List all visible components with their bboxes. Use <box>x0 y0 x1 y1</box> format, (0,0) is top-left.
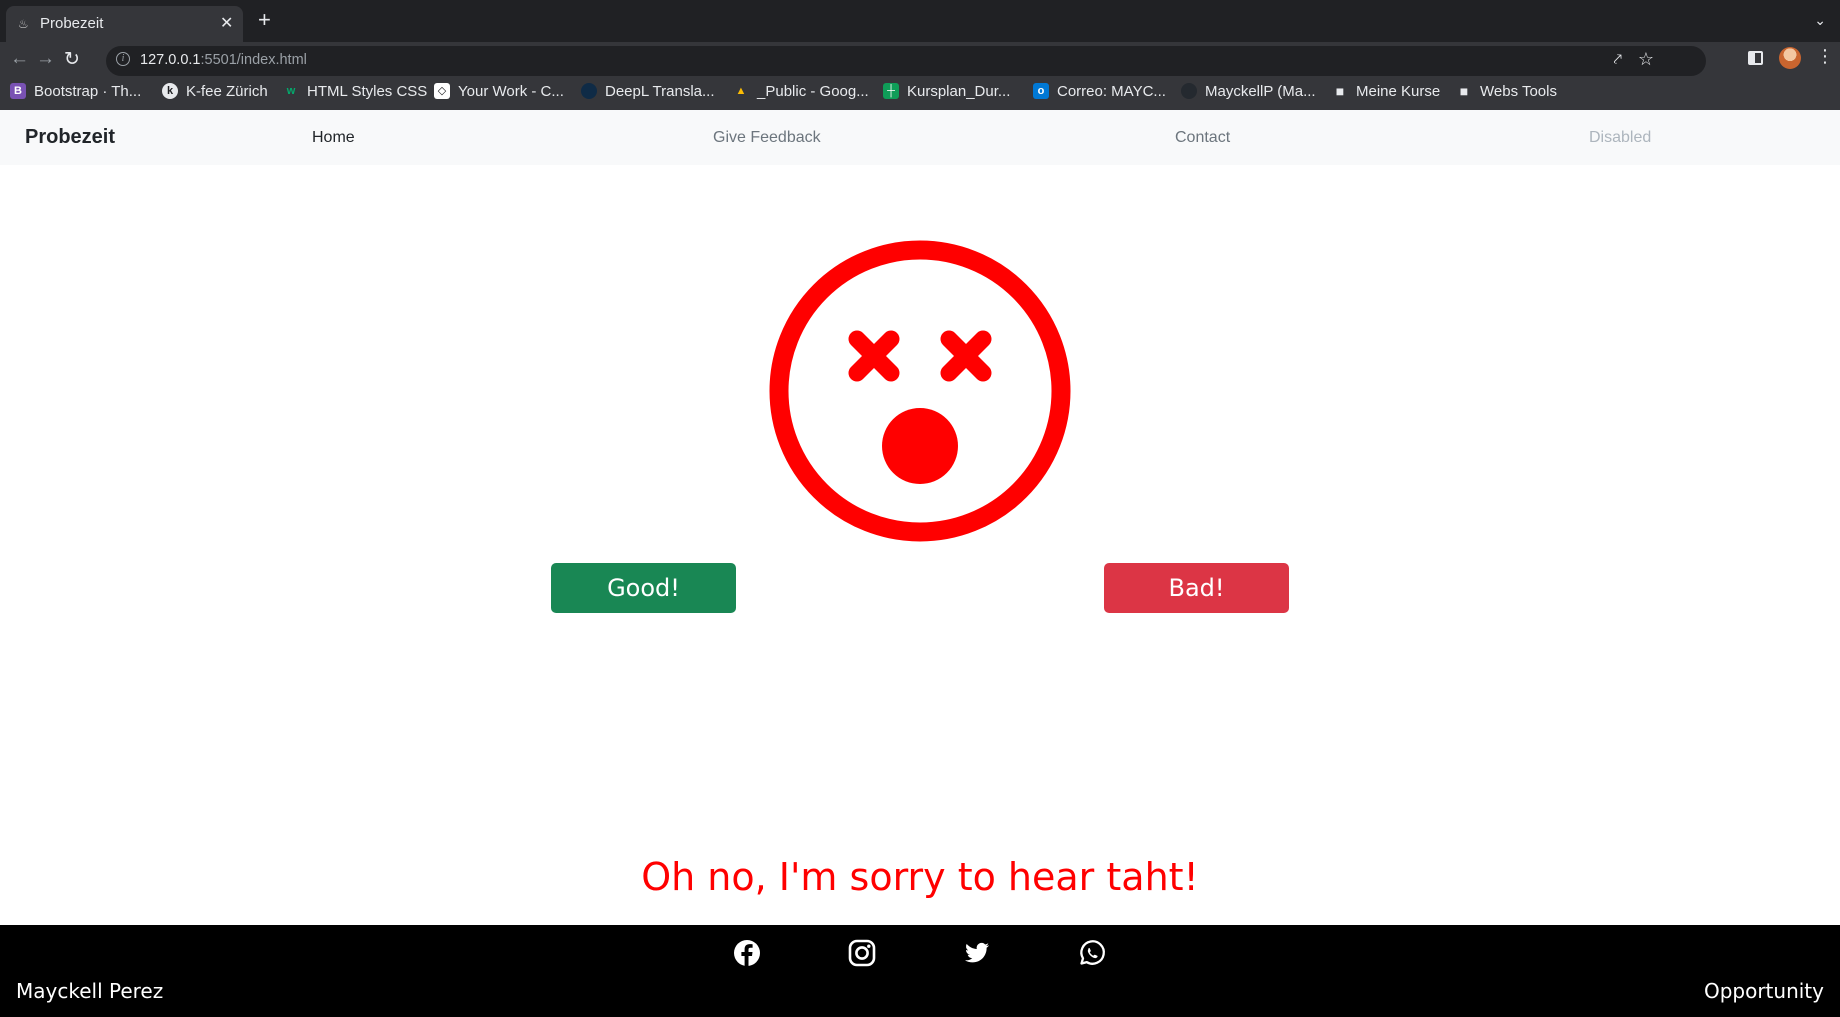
feedback-message: Oh no, I'm sorry to hear taht! <box>641 855 1199 899</box>
bookmark-label: Meine Kurse <box>1356 82 1441 100</box>
back-arrow-icon[interactable]: ← <box>10 48 29 70</box>
nav-link-give-feedback[interactable]: Give Feedback <box>713 129 821 147</box>
bookmark-item[interactable]: ■ Webs Tools <box>1456 80 1557 102</box>
w3schools-icon: w <box>286 85 296 97</box>
forward-arrow-icon[interactable]: → <box>36 48 55 70</box>
tab-search-chevron-icon[interactable]: ⌄ <box>1814 12 1826 29</box>
bookmark-label: _Public - Goog... <box>757 82 869 100</box>
bookmark-item[interactable]: B Bootstrap · Th... <box>10 80 141 102</box>
footer-author: Mayckell Perez <box>16 979 164 1003</box>
bookmark-label: Your Work - C... <box>458 82 564 100</box>
bookmark-label: K-fee Zürich <box>186 82 268 100</box>
address-url: 127.0.0.1:5501/index.html <box>140 52 307 68</box>
bookmark-item[interactable]: k K-fee Zürich <box>162 80 268 102</box>
github-icon <box>1181 83 1197 99</box>
bookmarks-bar: B Bootstrap · Th... k K-fee Zürich w HTM… <box>0 80 1840 110</box>
bad-button[interactable]: Bad! <box>1104 563 1289 613</box>
whatsapp-icon[interactable] <box>1078 939 1106 967</box>
bookmark-label: Kursplan_Dur... <box>907 82 1011 100</box>
bookmark-item[interactable]: MayckellP (Ma... <box>1181 80 1316 102</box>
bookmark-label: MayckellP (Ma... <box>1205 82 1316 100</box>
outlook-icon: o <box>1033 83 1049 99</box>
site-footer: Mayckell Perez Opportunity <box>0 925 1840 1017</box>
new-tab-button[interactable]: + <box>258 9 271 31</box>
close-tab-icon[interactable]: ✕ <box>220 13 233 33</box>
bookmark-item[interactable]: ▲ _Public - Goog... <box>733 80 869 102</box>
bookmark-item[interactable]: ┼ Kursplan_Dur... <box>883 80 1010 102</box>
side-panel-icon[interactable] <box>1748 51 1763 65</box>
nav-link-disabled: Disabled <box>1589 129 1652 146</box>
navbar-brand[interactable]: Probezeit <box>25 126 115 149</box>
site-navbar: Probezeit Home Give Feedback Contact Dis… <box>0 110 1840 165</box>
nav-link-contact[interactable]: Contact <box>1175 129 1230 147</box>
folder-icon: ■ <box>1459 83 1469 99</box>
instagram-icon[interactable] <box>848 939 876 967</box>
bookmark-label: Correo: MAYC... <box>1057 82 1166 100</box>
dizzy-face-icon <box>769 240 1071 542</box>
browser-tab[interactable]: ♨ Probezeit ✕ <box>6 6 243 42</box>
good-button[interactable]: Good! <box>551 563 736 613</box>
bookmark-item[interactable]: o Correo: MAYC... <box>1033 80 1166 102</box>
footer-opportunity: Opportunity <box>1703 979 1824 1003</box>
nav-link-home[interactable]: Home <box>312 129 355 147</box>
facebook-icon[interactable] <box>733 939 761 967</box>
bootstrap-icon: B <box>10 83 26 99</box>
bookmark-label: Webs Tools <box>1480 82 1557 100</box>
site-info-icon[interactable]: i <box>116 52 130 66</box>
codecademy-icon: ◇ <box>434 83 450 99</box>
bookmark-item[interactable]: w HTML Styles CSS <box>283 80 428 102</box>
k-fee-icon: k <box>162 83 178 99</box>
bookmark-item[interactable]: ◇ Your Work - C... <box>434 80 564 102</box>
bookmark-star-icon[interactable]: ☆ <box>1638 49 1654 70</box>
share-icon[interactable]: ⤤ <box>1614 51 1622 68</box>
google-drive-icon: ▲ <box>735 85 747 97</box>
folder-icon: ■ <box>1335 83 1345 99</box>
page-favicon-icon: ♨ <box>18 17 29 31</box>
bookmark-item[interactable]: ■ Meine Kurse <box>1332 80 1440 102</box>
reload-icon[interactable]: ↻ <box>64 48 80 71</box>
bookmark-label: DeepL Transla... <box>605 82 715 100</box>
bookmark-label: Bootstrap · Th... <box>34 82 142 100</box>
tab-title: Probezeit <box>40 15 104 32</box>
address-bar[interactable]: i 127.0.0.1:5501/index.html ⤤ ☆ <box>106 46 1706 76</box>
browser-tab-strip: ♨ Probezeit ✕ + ⌄ <box>0 0 1840 42</box>
google-sheets-icon: ┼ <box>883 83 899 99</box>
bookmark-item[interactable]: DeepL Transla... <box>581 80 715 102</box>
deepl-icon <box>581 83 597 99</box>
bookmark-label: HTML Styles CSS <box>307 82 428 100</box>
profile-avatar[interactable] <box>1779 47 1801 69</box>
twitter-icon[interactable] <box>963 939 991 967</box>
browser-menu-icon[interactable]: ⋮ <box>1816 47 1834 65</box>
